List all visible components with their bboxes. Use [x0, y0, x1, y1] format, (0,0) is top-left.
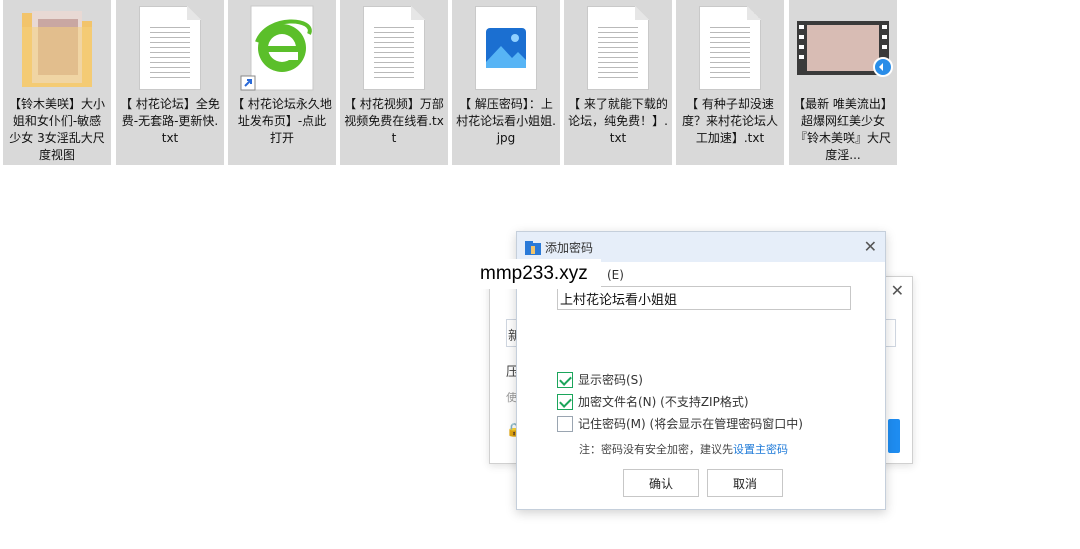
- file-item-txt[interactable]: 【 有种子却没速度？来村花论坛人工加速】.txt: [676, 0, 784, 165]
- password-label: (E): [607, 268, 624, 282]
- file-name: 【 村花视频】万部视频免费在线看.txt: [344, 97, 444, 145]
- file-name: 【 村花论坛永久地址发布页】-点此打开: [232, 97, 332, 145]
- close-icon[interactable]: ✕: [864, 237, 877, 256]
- file-item-txt[interactable]: 【 村花论坛】全免费-无套路-更新快.txt: [116, 0, 224, 165]
- password-input[interactable]: 上村花论坛看小姐姐: [557, 286, 851, 310]
- file-item-shortcut[interactable]: 【 村花论坛永久地址发布页】-点此打开: [228, 0, 336, 165]
- dialog-title: 添加密码: [545, 240, 594, 255]
- text-file-icon: [363, 6, 425, 90]
- video-file-icon: [789, 4, 897, 92]
- checkbox-checked-icon[interactable]: [557, 393, 573, 410]
- checkbox-checked-icon[interactable]: [557, 371, 573, 388]
- file-item-folder[interactable]: 【铃木美咲】大小姐和女仆们-敏感少女 3女淫乱大尺度视图: [3, 0, 111, 165]
- image-file-icon: [452, 4, 560, 92]
- cancel-button[interactable]: 取消: [707, 469, 783, 497]
- ok-button[interactable]: 确认: [623, 469, 699, 497]
- watermark-text: mmp233.xyz: [475, 259, 601, 289]
- file-item-jpg[interactable]: 【 解压密码】：上村花论坛看小姐姐.jpg: [452, 0, 560, 165]
- file-name: 【 来了就能下载的论坛，纯免费！】.txt: [568, 97, 668, 145]
- checkbox-label: 显示密码(S): [578, 373, 643, 387]
- primary-button-edge[interactable]: [888, 419, 900, 453]
- remember-password-checkbox[interactable]: 记住密码(M) (将会显示在管理密码窗口中): [557, 415, 803, 432]
- file-name: 【最新 唯美流出】超爆网红美少女『铃木美咲』大尺度淫...: [793, 97, 893, 162]
- text-file-icon: [587, 6, 649, 90]
- note-text: 注：密码没有安全加密，建议先: [579, 443, 733, 456]
- security-note: 注：密码没有安全加密，建议先设置主密码: [579, 441, 788, 457]
- show-password-checkbox[interactable]: 显示密码(S): [557, 371, 643, 388]
- file-item-video[interactable]: 【最新 唯美流出】超爆网红美少女『铃木美咲』大尺度淫...: [789, 0, 897, 165]
- file-name: 【铃木美咲】大小姐和女仆们-敏感少女 3女淫乱大尺度视图: [8, 97, 105, 162]
- folder-icon: [3, 4, 111, 92]
- file-item-txt[interactable]: 【 来了就能下载的论坛，纯免费！】.txt: [564, 0, 672, 165]
- file-name: 【 有种子却没速度？来村花论坛人工加速】.txt: [681, 97, 778, 145]
- checkbox-unchecked-icon[interactable]: [557, 415, 573, 432]
- close-icon[interactable]: ✕: [891, 281, 904, 300]
- ie-shortcut-icon: [228, 4, 336, 92]
- dialog-titlebar: 添加密码 ✕: [517, 232, 885, 262]
- archive-icon: [525, 240, 541, 255]
- encrypt-filenames-checkbox[interactable]: 加密文件名(N) (不支持ZIP格式): [557, 393, 749, 410]
- file-name: 【 解压密码】：上村花论坛看小姐姐.jpg: [456, 97, 556, 145]
- file-name: 【 村花论坛】全免费-无套路-更新快.txt: [120, 97, 220, 145]
- text-file-icon: [699, 6, 761, 90]
- checkbox-label: 记住密码(M) (将会显示在管理密码窗口中): [578, 417, 803, 431]
- checkbox-label: 加密文件名(N) (不支持ZIP格式): [578, 395, 749, 409]
- file-item-txt[interactable]: 【 村花视频】万部视频免费在线看.txt: [340, 0, 448, 165]
- set-master-password-link[interactable]: 设置主密码: [733, 443, 788, 456]
- text-file-icon: [139, 6, 201, 90]
